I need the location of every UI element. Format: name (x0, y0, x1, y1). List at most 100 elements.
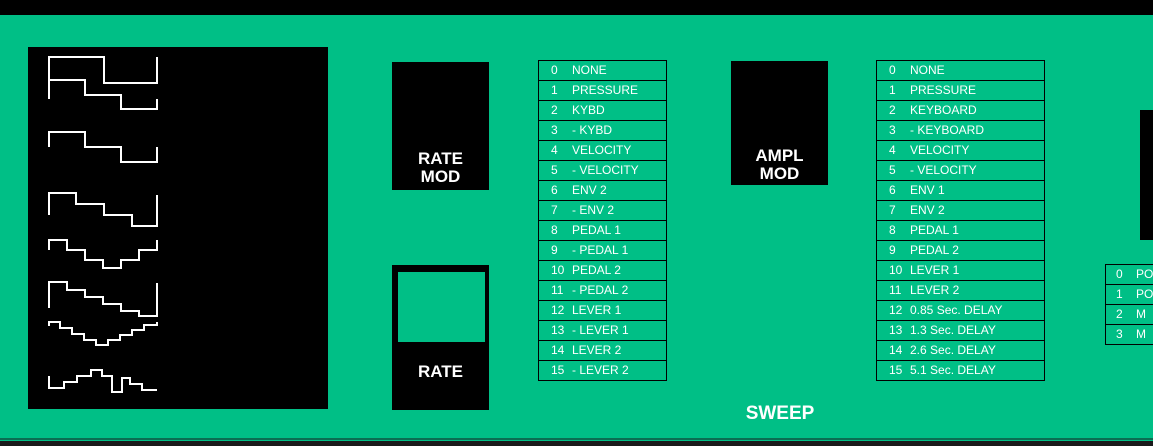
ampl-mod-source-item-label: - KEYBOARD (910, 123, 985, 137)
right-display (1140, 110, 1153, 240)
ampl-mod-display[interactable]: AMPL MOD (731, 61, 828, 185)
ampl-mod-source-item-label: 1.3 Sec. DELAY (910, 323, 996, 337)
ampl-mod-source-item[interactable]: 4 VELOCITY (877, 141, 1044, 161)
rate-window (397, 271, 486, 343)
waveform-stair-down-up-icon[interactable] (48, 239, 158, 269)
rate-label: RATE (417, 362, 463, 381)
rate-mod-source-item-label: - KYBD (572, 123, 613, 137)
right-source-item-label: M (1136, 327, 1146, 341)
ampl-mod-source-item-number: 7 (889, 203, 896, 217)
ampl-mod-source-item[interactable]: 10 LEVER 1 (877, 261, 1044, 281)
rate-mod-source-item-label: PEDAL 2 (572, 263, 621, 277)
rate-mod-source-item[interactable]: 5 - VELOCITY (539, 161, 666, 181)
ampl-mod-source-item-number: 13 (889, 323, 903, 337)
ampl-mod-source-item-label: 5.1 Sec. DELAY (910, 363, 996, 377)
ampl-mod-source-item-label: - VELOCITY (910, 163, 977, 177)
right-source-item-label: PO (1136, 287, 1153, 301)
rate-mod-source-item[interactable]: 6 ENV 2 (539, 181, 666, 201)
rate-mod-source-item[interactable]: 3 - KYBD (539, 121, 666, 141)
ampl-mod-source-item[interactable]: 0 NONE (877, 61, 1044, 81)
ampl-mod-source-list: 0 NONE 1 PRESSURE 2 KEYBOARD 3 - KEYBOARD 4 VELOC… (876, 60, 1045, 381)
rate-mod-source-item-number: 15 (551, 363, 565, 377)
rate-mod-source-item[interactable]: 8 PEDAL 1 (539, 221, 666, 241)
ampl-mod-source-item[interactable]: 6 ENV 1 (877, 181, 1044, 201)
rate-mod-source-item[interactable]: 13 - LEVER 1 (539, 321, 666, 341)
right-source-item[interactable]: 1 PO (1106, 285, 1153, 305)
right-source-item[interactable]: 2M (1106, 305, 1153, 325)
right-source-item[interactable]: 3M (1106, 325, 1153, 345)
rate-mod-source-item[interactable]: 4 VELOCITY (539, 141, 666, 161)
right-source-item[interactable]: 0 PO (1106, 265, 1153, 285)
bottom-rule (0, 438, 1153, 440)
ampl-mod-source-item-label: 2.6 Sec. DELAY (910, 343, 996, 357)
rate-mod-source-item[interactable]: 1 PRESSURE (539, 81, 666, 101)
rate-mod-source-item-label: KYBD (572, 103, 605, 117)
rate-mod-source-item[interactable]: 0 NONE (539, 61, 666, 81)
bottom-bar (0, 441, 1153, 446)
rate-mod-source-item-label: - LEVER 2 (572, 363, 629, 377)
ampl-mod-source-item-label: VELOCITY (910, 143, 970, 157)
rate-mod-source-item[interactable]: 12 LEVER 1 (539, 301, 666, 321)
rate-mod-source-item-number: 12 (551, 303, 565, 317)
ampl-mod-source-item[interactable]: 9 PEDAL 2 (877, 241, 1044, 261)
rate-mod-source-item-number: 1 (551, 83, 558, 97)
waveform-stair-down-3-icon[interactable] (48, 192, 158, 227)
rate-mod-source-item[interactable]: 14 LEVER 2 (539, 341, 666, 361)
rate-mod-source-item-label: PEDAL 1 (572, 223, 621, 237)
ampl-mod-source-item[interactable]: 8 PEDAL 1 (877, 221, 1044, 241)
ampl-mod-source-item[interactable]: 11 LEVER 2 (877, 281, 1044, 301)
waveform-stair-down-up-fine-icon[interactable] (48, 321, 158, 346)
ampl-mod-source-item[interactable]: 14 2.6 Sec. DELAY (877, 341, 1044, 361)
ampl-mod-source-item-label: PEDAL 1 (910, 223, 959, 237)
ampl-mod-source-item-number: 11 (889, 283, 902, 297)
ampl-mod-source-item[interactable]: 7 ENV 2 (877, 201, 1044, 221)
rate-mod-source-item[interactable]: 11 - PEDAL 2 (539, 281, 666, 301)
right-source-list: 0 PO 1 PO 2 M 3 M (1105, 264, 1153, 345)
ampl-mod-source-item-label: 0.85 Sec. DELAY (910, 303, 1003, 317)
rate-mod-source-item-number: 6 (551, 183, 558, 197)
ampl-mod-source-item[interactable]: 15 5.1 Sec. DELAY (877, 361, 1044, 381)
waveform-step-down-up-icon[interactable] (48, 131, 158, 163)
ampl-mod-source-item[interactable]: 2 KEYBOARD (877, 101, 1044, 121)
ampl-mod-source-item-label: PRESSURE (910, 83, 977, 97)
ampl-mod-source-item-number: 12 (889, 303, 903, 317)
rate-mod-source-item[interactable]: 9 - PEDAL 1 (539, 241, 666, 261)
ampl-mod-source-item[interactable]: 13 1.3 Sec. DELAY (877, 321, 1044, 341)
ampl-mod-source-item-number: 2 (889, 103, 896, 117)
ampl-mod-source-item-label: LEVER 1 (910, 263, 960, 277)
rate-mod-source-item-label: LEVER 1 (572, 303, 622, 317)
waveform-step-down-2-icon[interactable] (48, 79, 158, 110)
waveform-stair-down-4-icon[interactable] (48, 281, 158, 317)
waveform-panel (28, 47, 328, 409)
rate-mod-source-item-label: - ENV 2 (572, 203, 615, 217)
rate-mod-source-item[interactable]: 10 PEDAL 2 (539, 261, 666, 281)
ampl-mod-source-item-label: NONE (910, 63, 945, 77)
rate-mod-display[interactable]: RATE MOD (392, 62, 489, 190)
rate-mod-source-item-number: 3 (551, 123, 558, 137)
ampl-mod-source-item[interactable]: 5 - VELOCITY (877, 161, 1044, 181)
waveform-display (48, 56, 158, 393)
right-source-item-number: 0 (1116, 267, 1123, 281)
ampl-mod-source-item-number: 3 (889, 123, 896, 137)
ampl-mod-source-item[interactable]: 3 - KEYBOARD (877, 121, 1044, 141)
ampl-mod-label: AMPL MOD (755, 146, 804, 183)
ampl-mod-source-item[interactable]: 12 0.85 Sec. DELAY (877, 301, 1044, 321)
rate-display[interactable]: RATE (392, 265, 489, 410)
ampl-mod-source-item-label: ENV 1 (910, 183, 945, 197)
ampl-mod-source-item[interactable]: 1 PRESSURE (877, 81, 1044, 101)
ampl-mod-source-item-number: 0 (889, 63, 896, 77)
rate-mod-source-item-label: ENV 2 (572, 183, 607, 197)
right-source-item-label: PO (1136, 267, 1153, 281)
rate-mod-source-item[interactable]: 7 - ENV 2 (539, 201, 666, 221)
rate-mod-source-item[interactable]: 15 - LEVER 2 (539, 361, 666, 381)
rate-mod-source-item-label: - VELOCITY (572, 163, 639, 177)
rate-mod-source-item-label: VELOCITY (572, 143, 632, 157)
rate-mod-source-item-label: - LEVER 1 (572, 323, 629, 337)
waveform-random-steps-icon[interactable] (48, 369, 157, 393)
rate-mod-source-item-label: NONE (572, 63, 607, 77)
ampl-mod-source-item-number: 1 (889, 83, 896, 97)
ampl-mod-source-item-label: LEVER 2 (910, 283, 960, 297)
rate-mod-source-item[interactable]: 2 KYBD (539, 101, 666, 121)
sweep-label: SWEEP (745, 403, 815, 424)
rate-mod-source-item-number: 9 (551, 243, 558, 257)
